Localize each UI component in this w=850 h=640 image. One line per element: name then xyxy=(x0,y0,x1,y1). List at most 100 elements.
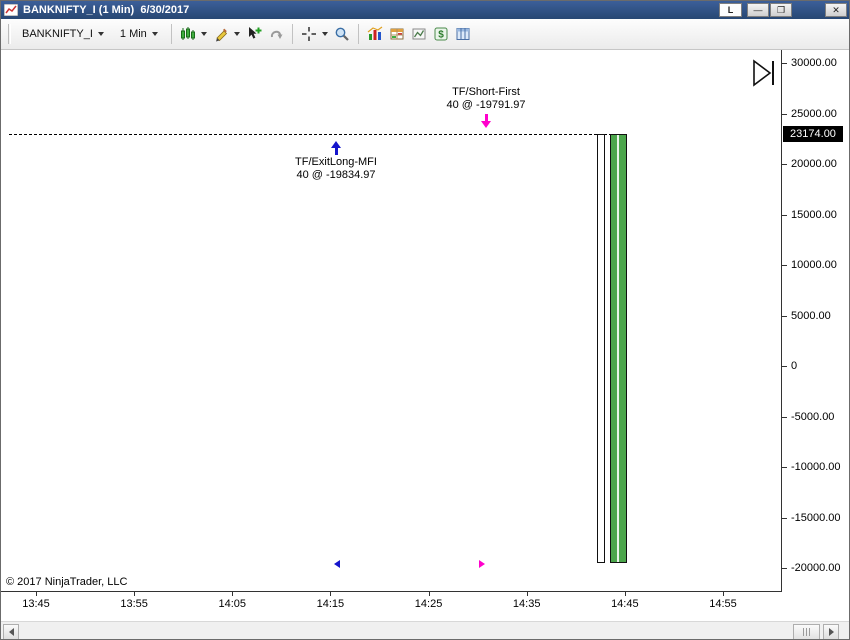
account-dollar-icon[interactable]: $ xyxy=(430,23,452,45)
chart-style-button[interactable] xyxy=(177,23,210,45)
title-bar[interactable]: BANKNIFTY_I (1 Min) 6/30/2017 L — ❐ ✕ xyxy=(1,1,849,19)
annotation-label: TF/Short-First xyxy=(452,86,520,98)
y-tick-mark xyxy=(782,315,787,317)
interval-label: 1 Min xyxy=(119,28,147,40)
y-tick-mark xyxy=(782,164,787,165)
annotation-value: 40 @ -19834.97 xyxy=(296,169,376,181)
chevron-down-icon xyxy=(321,32,328,36)
y-tick-mark xyxy=(782,416,787,418)
x-tick-mark xyxy=(330,592,332,596)
y-tick-mark xyxy=(782,63,787,64)
chart-panel[interactable]: TF/Short-First 40 @ -19791.97 TF/ExitLon… xyxy=(1,50,782,592)
x-tick-mark xyxy=(232,592,234,596)
indicators-icon[interactable] xyxy=(364,23,386,45)
y-tick-mark xyxy=(782,366,787,367)
x-tick-label: 14:35 xyxy=(512,598,541,610)
y-tick-label: -20000.00 xyxy=(791,562,841,574)
y-tick-mark xyxy=(782,517,787,519)
annotation-value: 40 @ -19791.97 xyxy=(446,99,526,111)
close-button[interactable]: ✕ xyxy=(825,3,847,17)
y-tick-label: 25000.00 xyxy=(791,107,837,120)
y-tick-label: -5000.00 xyxy=(791,410,835,423)
go-to-end-icon[interactable] xyxy=(751,58,777,88)
sell-arrow-icon xyxy=(401,114,571,128)
triangle-left-icon xyxy=(8,628,14,636)
toolbar-grip[interactable] xyxy=(8,24,11,44)
y-tick-mark xyxy=(782,214,787,216)
x-tick-mark xyxy=(428,592,430,596)
annotation-label: TF/ExitLong-MFI xyxy=(295,156,377,168)
price-level-dashed-line xyxy=(9,134,627,135)
exit-marker-right-icon xyxy=(479,560,485,568)
chevron-down-icon xyxy=(233,32,240,36)
minimize-button[interactable]: — xyxy=(747,3,769,17)
link-button[interactable]: L xyxy=(719,3,742,17)
x-tick-mark xyxy=(624,592,626,596)
instrument-dropdown[interactable]: BANKNIFTY_I xyxy=(14,24,112,44)
drawing-tools-icon xyxy=(210,23,232,45)
x-tick-label: 14:25 xyxy=(414,598,443,610)
x-tick-mark xyxy=(722,592,724,596)
last-price-badge: 23174.00 xyxy=(783,126,843,142)
x-tick-mark xyxy=(526,592,528,596)
triangle-right-icon xyxy=(828,628,834,636)
maximize-button[interactable]: ❐ xyxy=(770,3,792,17)
toolbar: BANKNIFTY_I 1 Min $ xyxy=(1,19,849,50)
copyright-text: © 2017 NinjaTrader, LLC xyxy=(6,576,128,588)
app-icon xyxy=(4,4,18,16)
chevron-down-icon xyxy=(200,32,207,36)
x-tick-label: 13:55 xyxy=(120,598,148,610)
y-tick-mark xyxy=(782,467,787,468)
chart-trader-icon[interactable] xyxy=(452,23,474,45)
chart-window: BANKNIFTY_I (1 Min) 6/30/2017 L — ❐ ✕ BA… xyxy=(0,0,850,640)
chevron-down-icon xyxy=(97,32,104,36)
y-tick-label: 15000.00 xyxy=(791,208,837,221)
instrument-label: BANKNIFTY_I xyxy=(22,28,93,40)
pan-icon[interactable] xyxy=(265,23,287,45)
toolbar-separator xyxy=(170,24,172,44)
chart-style-icon xyxy=(177,23,199,45)
toolbar-separator xyxy=(357,24,359,44)
y-tick-label: 10000.00 xyxy=(791,259,837,271)
scrollbar-thumb[interactable] xyxy=(793,624,820,639)
price-bar-outline xyxy=(597,134,605,563)
add-cursor-icon[interactable] xyxy=(243,23,265,45)
y-tick-label: 0 xyxy=(791,360,798,372)
entry-marker-left-icon xyxy=(334,560,340,568)
x-tick-mark xyxy=(134,592,136,596)
y-tick-label: -15000.00 xyxy=(791,511,841,524)
x-tick-mark xyxy=(36,592,37,596)
scroll-left-button[interactable] xyxy=(3,624,19,639)
y-tick-mark xyxy=(782,113,787,115)
y-tick-label: 5000.00 xyxy=(791,309,831,322)
interval-dropdown[interactable]: 1 Min xyxy=(112,24,166,44)
chevron-down-icon xyxy=(151,32,158,36)
scroll-right-button[interactable] xyxy=(823,624,839,639)
window-title: BANKNIFTY_I (1 Min) 6/30/2017 xyxy=(23,4,190,16)
y-axis[interactable]: 30000.00 25000.00 20000.00 15000.00 10000.00… xyxy=(782,50,849,621)
toolbar-separator xyxy=(291,24,293,44)
y-tick-label: 20000.00 xyxy=(791,158,837,170)
crosshair-icon xyxy=(298,23,320,45)
x-tick-label: 14:45 xyxy=(611,598,639,610)
y-tick-mark xyxy=(782,265,787,266)
x-axis[interactable]: 13:45 13:55 14:05 14:15 14:25 14:35 14:45 14:55 xyxy=(1,592,782,621)
x-tick-label: 14:55 xyxy=(709,598,737,610)
svg-text:$: $ xyxy=(438,30,444,41)
crosshair-button[interactable] xyxy=(298,23,331,45)
chart-image-icon[interactable] xyxy=(408,23,430,45)
buy-arrow-icon xyxy=(251,141,421,155)
annotation-short-first: TF/Short-First 40 @ -19791.97 xyxy=(401,86,571,129)
price-bar-green xyxy=(610,134,627,563)
y-tick-label: 30000.00 xyxy=(791,57,837,69)
x-tick-label: 14:05 xyxy=(218,598,247,610)
x-tick-label: 13:45 xyxy=(22,598,50,610)
chart-analyzer-icon[interactable] xyxy=(386,23,408,45)
annotation-exit-long: TF/ExitLong-MFI 40 @ -19834.97 xyxy=(251,139,421,182)
x-tick-label: 14:15 xyxy=(316,598,345,610)
horizontal-scrollbar[interactable] xyxy=(1,621,849,639)
zoom-icon[interactable] xyxy=(331,23,353,45)
y-tick-label: -10000.00 xyxy=(791,461,841,473)
drawing-tools-button[interactable] xyxy=(210,23,243,45)
y-tick-mark xyxy=(782,568,787,569)
